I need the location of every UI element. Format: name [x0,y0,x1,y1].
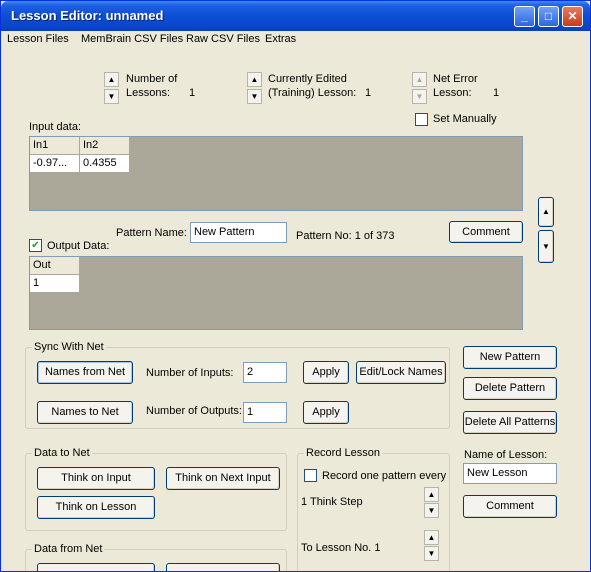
record-pattern-checkbox[interactable] [304,469,317,482]
input-cell-in1[interactable]: -0.97... [30,155,80,173]
edit-lock-names-button[interactable]: Edit/Lock Names [356,361,446,384]
delete-all-patterns-button[interactable]: Delete All Patterns [463,411,557,434]
lessons-count-label: Number of [126,73,178,85]
record-step-label: 1 Think Step [301,496,363,508]
menu-membrain-csv[interactable]: MemBrain CSV Files [81,33,183,45]
number-of-outputs-field[interactable]: 1 [243,402,287,423]
client-area: ▲ ▼ Number of Lessons: 1 ▲ ▼ Currently E… [7,49,584,571]
title-bar[interactable]: Lesson Editor: unnamed _ □ ✕ [1,1,590,31]
names-to-net-button[interactable]: Names to Net [37,401,133,424]
record-pattern-label: Record one pattern every [322,470,447,482]
spin-down-icon[interactable]: ▼ [247,89,262,104]
menu-raw-csv[interactable]: Raw CSV Files [186,33,260,45]
output-cell-out[interactable]: 1 [30,275,80,293]
input-header-in2: In2 [80,137,130,155]
menu-lesson-files[interactable]: Lesson Files [7,33,69,45]
output-data-grid[interactable]: Out 1 [29,256,523,330]
input-cell-in2[interactable]: 0.4355 [80,155,130,173]
new-pattern-button[interactable]: New Pattern [463,346,557,369]
pattern-name-input[interactable]: New Pattern [190,222,287,243]
pattern-number: Pattern No: 1 of 373 [296,230,395,242]
spin-up-icon[interactable]: ▲ [412,72,427,87]
spin-down-icon[interactable]: ▼ [424,546,439,561]
menu-extras[interactable]: Extras [265,33,296,45]
lesson-name-label: Name of Lesson: [464,449,548,461]
lesson-editor-window: Lesson Editor: unnamed _ □ ✕ Lesson File… [0,0,591,572]
apply-inputs-button[interactable]: Apply [303,361,349,384]
spin-up-icon[interactable]: ▲ [424,487,439,502]
think-on-input-button[interactable]: Think on Input [37,467,155,490]
net-error-label: Net Error [433,73,478,85]
edited-lesson-label-2: (Training) Lesson: [268,87,357,99]
spin-down-icon[interactable]: ▼ [412,89,427,104]
close-icon[interactable]: ✕ [562,6,583,27]
pattern-name-label: Pattern Name: [116,227,187,239]
data-from-net-button-1[interactable] [37,563,155,571]
spin-down-icon[interactable]: ▼ [104,89,119,104]
set-manually-label: Set Manually [433,113,497,125]
spin-up-icon[interactable]: ▲ [104,72,119,87]
input-data-label: Input data: [29,121,81,133]
delete-pattern-button[interactable]: Delete Pattern [463,377,557,400]
pattern-comment-button[interactable]: Comment [449,221,523,243]
net-error-value: 1 [493,87,500,99]
data-to-net-group: Data to Net [25,447,287,531]
spin-up-icon[interactable]: ▲ [247,72,262,87]
pattern-prev-button[interactable]: ▲ [538,197,554,227]
think-on-next-input-button[interactable]: Think on Next Input [166,467,280,490]
output-data-checkbox[interactable]: ✔ [29,239,42,252]
think-on-lesson-button[interactable]: Think on Lesson [37,496,155,519]
edited-lesson-label: Currently Edited [268,73,347,85]
maximize-icon[interactable]: □ [538,6,559,27]
number-of-inputs-field[interactable]: 2 [243,362,287,383]
input-data-grid[interactable]: In1 In2 -0.97... 0.4355 [29,136,523,211]
minimize-icon[interactable]: _ [514,6,535,27]
set-manually-checkbox[interactable] [415,113,428,126]
data-from-net-title: Data from Net [32,543,105,556]
lesson-name-input[interactable]: New Lesson [463,463,557,484]
number-of-inputs-label: Number of Inputs: [146,367,234,379]
data-to-net-title: Data to Net [32,447,92,460]
to-lesson-label: To Lesson No. 1 [301,542,381,554]
spin-down-icon[interactable]: ▼ [424,503,439,518]
lessons-count-value: 1 [189,87,196,99]
spin-up-icon[interactable]: ▲ [424,530,439,545]
pattern-next-button[interactable]: ▼ [538,230,554,263]
sync-with-net-title: Sync With Net [32,341,106,354]
lessons-count-label-2: Lessons: [126,87,171,99]
menu-bar: Lesson Files MemBrain CSV Files Raw CSV … [1,31,590,49]
names-from-net-button[interactable]: Names from Net [37,361,133,384]
net-error-label-2: Lesson: [433,87,472,99]
apply-outputs-button[interactable]: Apply [303,401,349,424]
edited-lesson-value: 1 [365,87,372,99]
output-data-label: Output Data: [47,240,110,252]
window-title: Lesson Editor: unnamed [11,8,164,23]
data-from-net-button-2[interactable] [166,563,280,571]
number-of-outputs-label: Number of Outputs: [146,405,242,417]
record-lesson-title: Record Lesson [304,447,382,460]
lesson-comment-button[interactable]: Comment [463,495,557,518]
input-header-in1: In1 [30,137,80,155]
output-header-out: Out [30,257,80,275]
